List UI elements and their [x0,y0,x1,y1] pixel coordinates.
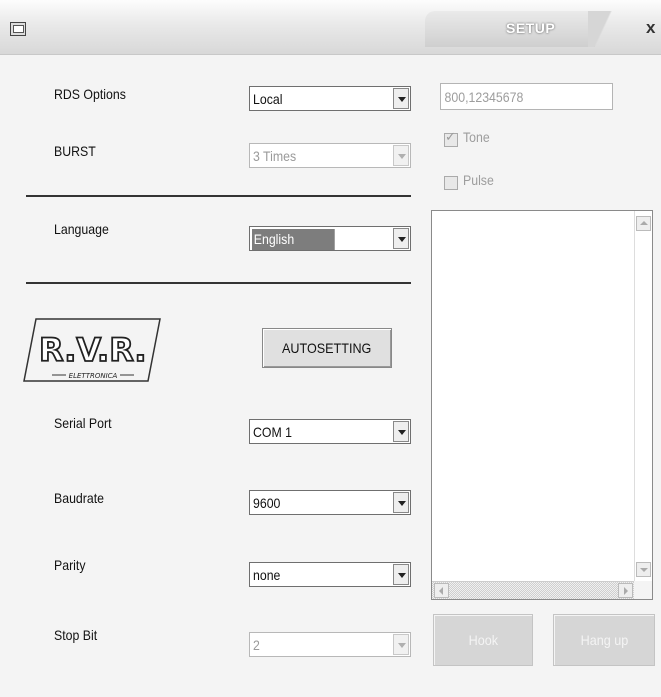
log-textarea[interactable] [431,210,653,600]
close-icon[interactable]: x [646,18,655,38]
hook-button-label: Hook [468,632,498,648]
serial-port-select[interactable]: COM 1 [249,419,411,444]
chevron-down-icon [393,145,409,166]
rds-options-label: RDS Options [54,86,126,102]
scroll-down-icon[interactable] [636,562,651,577]
divider [26,282,411,284]
tone-checkbox[interactable] [444,130,458,147]
pulse-label: Pulse [463,172,494,188]
scroll-up-icon[interactable] [636,216,651,231]
stop-bit-select: 2 [249,632,411,657]
autosetting-button[interactable]: AUTOSETTING [262,328,392,368]
tab-setup-label: SETUP [506,20,556,36]
serial-port-value: COM 1 [253,424,293,440]
chevron-down-icon[interactable] [393,492,409,513]
stop-bit-value: 2 [253,637,260,653]
hang-up-button: Hang up [553,614,655,666]
chevron-down-icon[interactable] [393,564,409,585]
setup-window: SETUP x RDS Options Local BURST 3 Times … [0,0,661,697]
phone-number-input[interactable] [440,83,613,110]
stop-bit-label: Stop Bit [54,627,98,643]
scroll-corner [634,581,652,599]
scroll-right-icon[interactable] [618,583,633,598]
pulse-checkbox[interactable] [444,176,458,190]
tab-notch [588,11,618,47]
serial-port-label: Serial Port [54,415,112,431]
scroll-left-icon[interactable] [434,583,449,598]
baudrate-select[interactable]: 9600 [249,490,411,515]
language-select[interactable]: English [249,226,411,251]
rds-options-select[interactable]: Local [249,86,411,111]
autosetting-button-label: AUTOSETTING [282,340,372,356]
language-value: English [252,229,335,250]
hook-button: Hook [433,614,533,666]
tone-label: Tone [463,129,490,145]
burst-value: 3 Times [253,148,297,164]
rvr-logo: R.V.R. ELETTRONICA [22,313,162,385]
language-label: Language [54,221,109,237]
svg-text:R.V.R.: R.V.R. [39,331,147,369]
burst-label: BURST [54,143,96,159]
chevron-down-icon[interactable] [393,421,409,442]
title-bar: SETUP x [0,0,661,55]
baudrate-label: Baudrate [54,490,105,506]
chevron-down-icon[interactable] [393,88,409,109]
chevron-down-icon [393,634,409,655]
hang-up-button-label: Hang up [580,632,628,648]
chevron-down-icon[interactable] [393,228,409,249]
vertical-scrollbar[interactable] [634,211,652,582]
horizontal-scrollbar[interactable] [432,581,635,599]
window-icon[interactable] [10,22,26,36]
baudrate-value: 9600 [253,495,281,511]
parity-value: none [253,567,281,583]
phone-number-value[interactable] [441,84,599,109]
burst-select: 3 Times [249,143,411,168]
parity-select[interactable]: none [249,562,411,587]
svg-text:ELETTRONICA: ELETTRONICA [69,372,118,380]
rds-options-value: Local [253,91,283,107]
divider [26,195,411,197]
parity-label: Parity [54,557,86,573]
